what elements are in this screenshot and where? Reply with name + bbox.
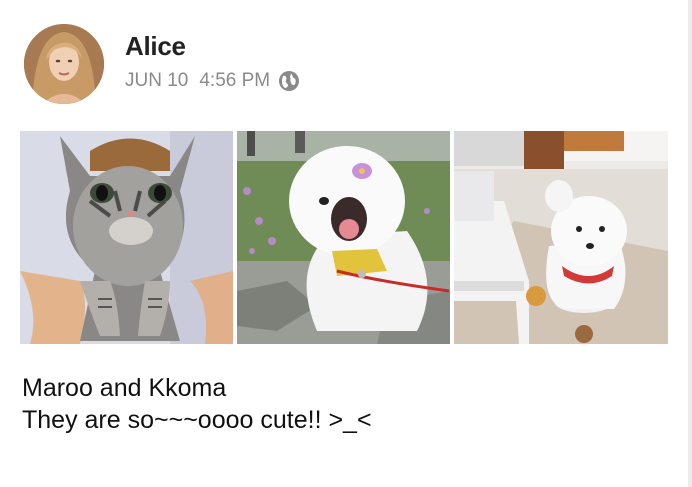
post-meta: JUN 10 4:56 PM	[125, 70, 300, 92]
photo-cat[interactable]	[20, 131, 233, 344]
scrollbar-edge	[688, 0, 692, 487]
globe-icon	[278, 70, 300, 92]
photo-grid	[20, 131, 668, 344]
photo-dog-flower[interactable]	[237, 131, 450, 344]
post-time: 4:56 PM	[199, 70, 271, 91]
author-name[interactable]: Alice	[125, 31, 186, 62]
avatar[interactable]	[24, 24, 104, 104]
photo-dog-room[interactable]	[454, 131, 668, 344]
post-date: JUN 10	[125, 70, 189, 91]
post-card: Alice JUN 10 4:56 PM Maroo and Kkoma The…	[0, 0, 688, 487]
post-caption: Maroo and Kkoma They are so~~~oooo cute!…	[22, 372, 372, 436]
caption-line-2: They are so~~~oooo cute!! >_<	[22, 406, 372, 434]
caption-line-1: Maroo and Kkoma	[22, 374, 227, 402]
